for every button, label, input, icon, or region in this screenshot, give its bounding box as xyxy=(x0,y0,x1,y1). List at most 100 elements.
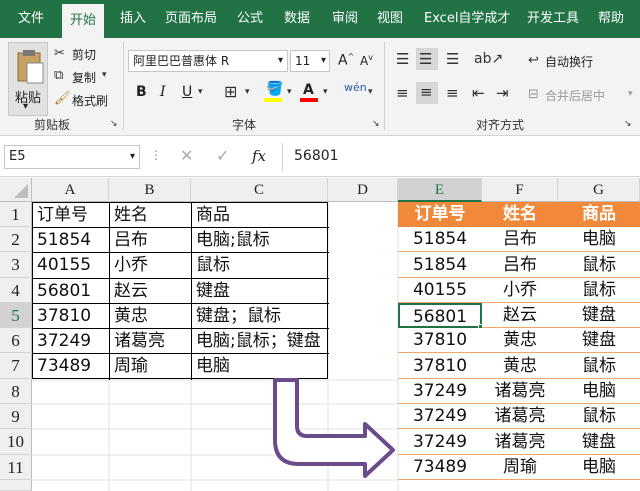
cut-button[interactable]: 剪切 xyxy=(72,46,96,63)
confirm-icon[interactable]: ✓ xyxy=(216,148,229,164)
table-cell[interactable]: 诸葛亮 xyxy=(482,429,558,455)
table-cell[interactable]: 40155 xyxy=(398,278,482,303)
cancel-icon[interactable]: ✕ xyxy=(180,148,193,164)
tab-formulas[interactable]: 公式 xyxy=(237,0,263,38)
table-cell[interactable]: 51854 xyxy=(33,228,91,252)
tab-developer[interactable]: 开发工具 xyxy=(527,0,579,38)
align-top-icon[interactable]: ☰ xyxy=(396,52,409,67)
tab-help[interactable]: 帮助 xyxy=(598,0,624,38)
decrease-font-icon[interactable]: Av xyxy=(360,53,373,68)
row-header-5[interactable]: 5 xyxy=(0,303,32,328)
alignment-launcher-icon[interactable]: ↘ xyxy=(624,120,632,129)
row-header-9[interactable]: 9 xyxy=(0,404,32,429)
font-size-select[interactable]: 11 ▾ xyxy=(290,50,330,72)
tab-insert[interactable]: 插入 xyxy=(120,0,146,38)
table-cell[interactable]: 吕布 xyxy=(482,252,558,278)
table-cell[interactable]: 电脑 xyxy=(558,455,640,480)
row-header-11[interactable]: 11 xyxy=(0,455,32,480)
table-cell[interactable]: 键盘 xyxy=(558,328,640,353)
table-cell[interactable]: 吕布 xyxy=(482,227,558,252)
fill-dropdown-icon[interactable]: ▾ xyxy=(287,88,292,97)
table-cell[interactable]: 37810 xyxy=(33,304,91,328)
table-cell[interactable]: 37810 xyxy=(398,353,482,379)
table-cell[interactable]: 电脑 xyxy=(558,379,640,404)
table-cell[interactable]: 吕布 xyxy=(110,228,148,252)
column-header-f[interactable]: F xyxy=(482,178,558,202)
row-header-2[interactable]: 2 xyxy=(0,227,32,252)
fill-color-button[interactable]: 🪣 xyxy=(264,82,284,102)
tab-page-layout[interactable]: 页面布局 xyxy=(165,0,217,38)
align-left-icon[interactable]: ≡ xyxy=(396,86,409,101)
name-box[interactable]: E5 ▾ xyxy=(4,145,140,169)
table-cell[interactable]: 黄忠 xyxy=(482,353,558,379)
header-name[interactable]: 姓名 xyxy=(110,203,148,227)
table-cell[interactable]: 赵云 xyxy=(110,279,148,303)
align-middle-button[interactable]: ☰ xyxy=(416,48,438,70)
clipboard-launcher-icon[interactable]: ↘ xyxy=(110,120,118,129)
wrap-text-button[interactable]: 自动换行 xyxy=(545,53,593,70)
bold-button[interactable]: B xyxy=(136,84,147,100)
italic-button[interactable]: I xyxy=(160,84,166,100)
increase-indent-icon[interactable]: ⇥ xyxy=(496,86,509,101)
tab-home[interactable]: 开始 xyxy=(62,4,105,38)
table-cell[interactable]: 73489 xyxy=(33,354,91,379)
table-cell[interactable]: 键盘 xyxy=(558,303,640,328)
select-all-button[interactable] xyxy=(0,178,32,202)
column-header-a[interactable]: A xyxy=(32,178,109,202)
row-header-8[interactable]: 8 xyxy=(0,379,32,404)
table-cell[interactable]: 电脑 xyxy=(192,354,230,379)
row-header-10[interactable]: 10 xyxy=(0,429,32,455)
borders-icon[interactable]: ⊞ xyxy=(224,84,237,100)
table-cell[interactable]: 小乔 xyxy=(110,253,148,278)
table-cell[interactable]: 37249 xyxy=(398,404,482,429)
table-cell[interactable]: 键盘；鼠标 xyxy=(192,304,281,328)
tab-review[interactable]: 审阅 xyxy=(332,0,358,38)
table-cell[interactable]: 51854 xyxy=(398,252,482,278)
table-cell[interactable]: 73489 xyxy=(398,455,482,480)
row-header-1[interactable]: 1 xyxy=(0,202,32,227)
merge-dropdown-icon[interactable]: ▾ xyxy=(628,90,633,99)
tab-excel-self-study[interactable]: Excel自学成才 xyxy=(424,0,510,38)
column-header-b[interactable]: B xyxy=(109,178,191,202)
orientation-icon[interactable]: ab↗ xyxy=(474,52,503,66)
table-cell[interactable]: 赵云 xyxy=(482,303,558,328)
tab-file[interactable]: 文件 xyxy=(18,0,44,38)
column-header-d[interactable]: D xyxy=(328,178,398,202)
row-header-12[interactable] xyxy=(0,480,32,491)
align-bottom-icon[interactable]: ☰ xyxy=(446,52,459,67)
copy-dropdown-icon[interactable]: ▾ xyxy=(102,71,107,80)
underline-dropdown-icon[interactable]: ▾ xyxy=(198,88,203,97)
font-name-select[interactable]: 阿里巴巴普惠体 R ▾ xyxy=(128,50,288,72)
table-cell[interactable]: 诸葛亮 xyxy=(110,329,165,353)
table-cell[interactable]: 电脑 xyxy=(558,227,640,252)
table-cell[interactable]: 诸葛亮 xyxy=(482,404,558,429)
row-header-7[interactable]: 7 xyxy=(0,353,32,379)
font-color-dropdown-icon[interactable]: ▾ xyxy=(323,88,328,97)
increase-font-icon[interactable]: A^ xyxy=(338,52,354,69)
table-cell[interactable]: 黄忠 xyxy=(110,304,148,328)
table-cell[interactable]: 56801 xyxy=(33,279,91,303)
table-cell[interactable]: 键盘 xyxy=(558,429,640,455)
tab-data[interactable]: 数据 xyxy=(284,0,310,38)
table-cell[interactable]: 鼠标 xyxy=(558,404,640,429)
row-header-6[interactable]: 6 xyxy=(0,328,32,353)
borders-dropdown-icon[interactable]: ▾ xyxy=(245,88,250,97)
table-cell[interactable]: 电脑;鼠标 xyxy=(192,228,270,252)
table-cell[interactable]: 黄忠 xyxy=(482,328,558,353)
phonetic-dropdown-icon[interactable]: ▾ xyxy=(368,88,373,97)
header-order-id[interactable]: 订单号 xyxy=(33,203,88,227)
result-header-product[interactable]: 商品 xyxy=(558,202,640,227)
result-header-order-id[interactable]: 订单号 xyxy=(398,202,482,227)
row-header-4[interactable]: 4 xyxy=(0,278,32,303)
table-cell[interactable]: 鼠标 xyxy=(558,278,640,303)
table-cell[interactable]: 37249 xyxy=(398,379,482,404)
header-product[interactable]: 商品 xyxy=(192,203,230,227)
underline-button[interactable]: U xyxy=(182,84,192,100)
table-cell[interactable]: 诸葛亮 xyxy=(482,379,558,404)
table-cell[interactable]: 电脑;鼠标；键盘 xyxy=(192,329,327,353)
merge-center-button[interactable]: 合并后居中 xyxy=(545,87,605,104)
phonetic-icon[interactable]: wén xyxy=(344,82,367,93)
align-right-icon[interactable]: ≡ xyxy=(446,86,459,101)
column-header-g[interactable]: G xyxy=(558,178,640,202)
font-color-button[interactable]: A xyxy=(300,82,320,102)
